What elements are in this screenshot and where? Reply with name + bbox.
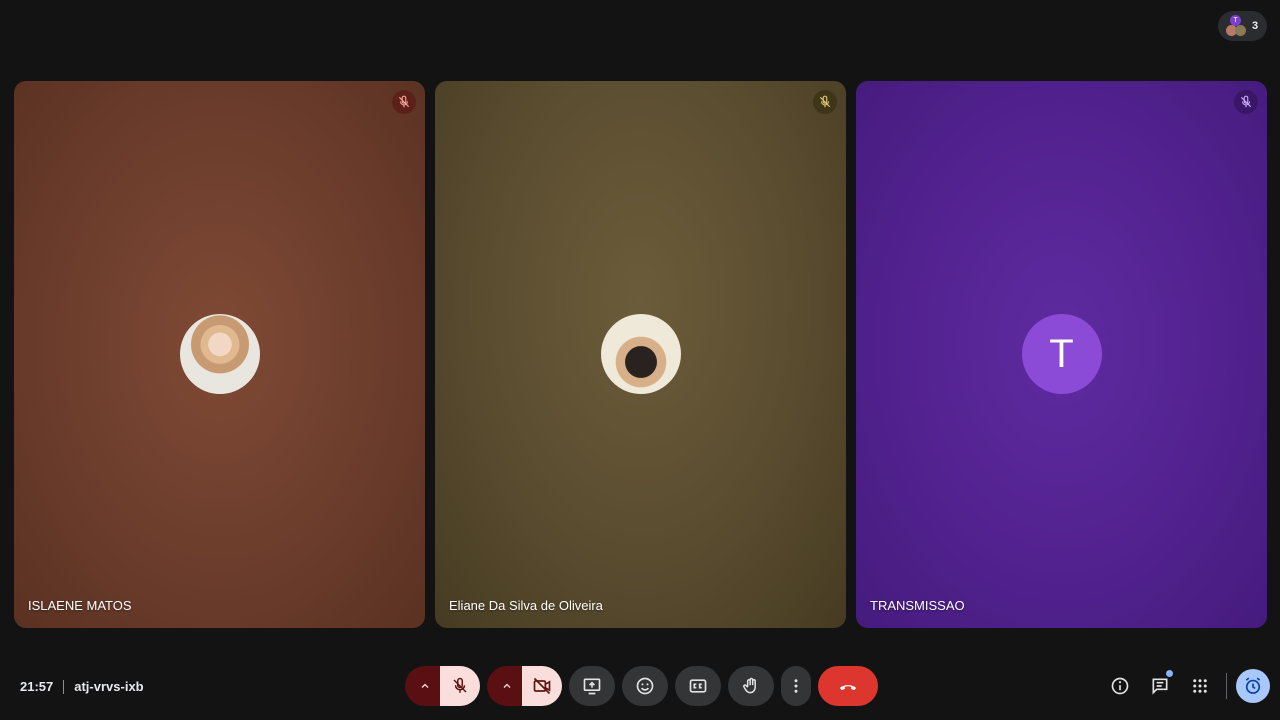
participants-count: 3 [1252,20,1259,32]
participant-name: TRANSMISSAO [870,598,965,613]
participant-avatars: T [1226,15,1246,37]
audio-options-button[interactable] [405,666,445,706]
camera-toggle-button[interactable] [522,666,562,706]
apps-grid-icon [1193,679,1207,693]
participant-avatar [600,314,681,394]
participant-tile[interactable]: Eliane Da Silva de Oliveira [435,81,846,628]
meet-stage: T 3 ISLAENE MATOS Eliane Da Silva de Oli… [0,0,1280,720]
mic-control [405,666,480,706]
meeting-info: 21:57 atj-vrvs-ixb [20,679,144,694]
captions-button[interactable] [675,666,721,706]
meeting-time: 21:57 [20,679,54,694]
present-button[interactable] [569,666,615,706]
mic-off-icon [1234,90,1258,114]
video-options-button[interactable] [487,666,527,706]
participants-chip[interactable]: T 3 [1218,11,1267,41]
info-icon [1111,677,1129,695]
participant-name: Eliane Da Silva de Oliveira [449,598,603,613]
chevron-up-icon [503,683,511,688]
chat-button[interactable] [1140,666,1180,706]
participant-tile[interactable]: ISLAENE MATOS [14,81,425,628]
end-call-button[interactable] [818,666,878,706]
meeting-code[interactable]: atj-vrvs-ixb [74,679,143,694]
raise-hand-button[interactable] [728,666,774,706]
mic-off-icon [813,90,837,114]
camera-control [487,666,562,706]
call-end-icon [839,685,857,691]
present-screen-icon [583,678,601,695]
meeting-details-button[interactable] [1100,666,1140,706]
timer-button[interactable] [1236,669,1270,703]
chat-icon [1152,678,1168,695]
mic-toggle-button[interactable] [440,666,480,706]
divider [1226,673,1227,699]
hand-icon [743,677,756,694]
more-options-button[interactable] [781,666,811,706]
participant-initial-avatar: T [1021,314,1102,394]
activities-button[interactable] [1180,666,1220,706]
captions-icon [689,679,707,693]
emoji-icon [636,677,654,695]
participant-avatar [179,314,260,394]
more-vert-icon [794,679,798,693]
participant-tile[interactable]: T TRANSMISSAO [856,81,1267,628]
divider [63,679,65,694]
chevron-up-icon [421,683,429,688]
participant-name: ISLAENE MATOS [28,598,132,613]
side-tools [1100,666,1270,706]
alarm-icon [1245,677,1261,694]
call-controls [405,666,878,706]
avatar-photo [1235,25,1246,36]
reactions-button[interactable] [622,666,668,706]
mic-off-icon [453,677,467,693]
notification-dot [1166,670,1173,677]
mic-off-icon [392,90,416,114]
camera-off-icon [533,677,551,695]
